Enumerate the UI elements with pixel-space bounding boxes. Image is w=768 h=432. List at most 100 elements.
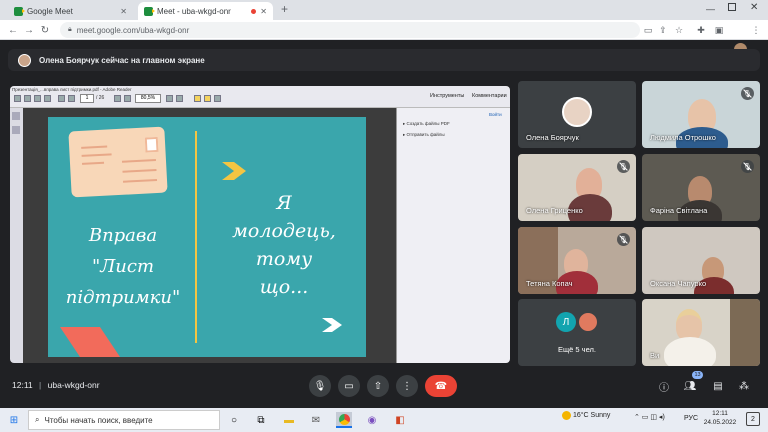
participant-tile[interactable]: 🎙︎ Фаріна Світлана xyxy=(642,154,760,221)
mic-off-icon: 🎙︎ xyxy=(741,160,754,173)
back-icon[interactable]: ← xyxy=(6,23,20,37)
minimize-icon[interactable]: — xyxy=(706,4,715,14)
bookmark-star-icon[interactable]: ☆ xyxy=(673,24,685,36)
slide-line: що... xyxy=(259,276,309,298)
close-tab-icon[interactable]: ✕ xyxy=(120,7,127,16)
presenting-banner: Олена Боярчук сейчас на главном экране xyxy=(8,49,760,71)
prev-page-icon xyxy=(58,95,65,102)
participant-initial-avatar: Л xyxy=(556,312,576,332)
participant-tile[interactable]: Оксана Чапурко xyxy=(642,227,760,294)
maximize-icon[interactable] xyxy=(728,3,736,11)
highlight-icon xyxy=(204,95,211,102)
chat-icon[interactable]: ▤ xyxy=(711,379,725,393)
camera-button[interactable]: ▭ xyxy=(338,375,360,397)
sign-in-link: Войти xyxy=(489,112,502,117)
participant-name: Тетяна Копач xyxy=(526,279,573,288)
taskbar-search[interactable]: ⌕ Чтобы начать поиск, введите xyxy=(28,410,220,430)
tab-meet-call[interactable]: Meet - uba-wkgd-onr ✕ xyxy=(138,2,273,20)
clock-date: 24.05.2022 xyxy=(703,419,737,426)
close-window-icon[interactable]: ✕ xyxy=(750,2,758,13)
new-tab-button[interactable]: + xyxy=(281,2,288,16)
white-chevron-icon xyxy=(322,318,342,332)
comment-icon xyxy=(194,95,201,102)
tray-icons[interactable]: ⌃ ▭ ◫ ◂) xyxy=(634,413,665,421)
slide-line: Вправа xyxy=(88,225,158,246)
slide-line: молодець, xyxy=(232,220,336,242)
lock-icon: 🔒︎ xyxy=(68,26,72,33)
viber-icon[interactable]: ◉ xyxy=(364,412,380,428)
notifications-button[interactable]: 2 xyxy=(746,412,760,426)
chrome-taskbar-icon[interactable] xyxy=(336,412,352,428)
tools-tab: Инструменты xyxy=(430,93,465,99)
participant-tile[interactable]: 🎙︎ Олена Гриценко xyxy=(518,154,636,221)
mail-app-icon[interactable]: ✉ xyxy=(308,412,324,428)
camera-in-use-icon[interactable]: ▭ xyxy=(642,24,654,36)
camera-icon: ▭ xyxy=(344,380,354,392)
tab-label: Google Meet xyxy=(27,6,73,16)
meeting-details-icon[interactable]: ⓘ xyxy=(657,379,671,394)
browser-tabbar: Google Meet ✕ Meet - uba-wkgd-onr ✕ + — … xyxy=(0,0,768,20)
address-bar[interactable]: 🔒︎ meet.google.com/uba-wkgd-onr xyxy=(60,22,640,38)
slide-line: тому xyxy=(255,248,313,270)
meeting-code: uba-wkgd-onr xyxy=(47,380,100,390)
presenter-avatar xyxy=(18,53,31,67)
microphone-button[interactable]: 🎙︎ xyxy=(309,375,331,397)
meet-favicon-icon xyxy=(14,6,25,16)
mic-off-icon: 🎙︎ xyxy=(741,87,754,100)
forward-icon[interactable]: → xyxy=(22,23,36,37)
chrome-menu-icon[interactable]: ⋮ xyxy=(750,24,762,36)
taskbar-clock[interactable]: 12:11 24.05.2022 xyxy=(700,409,740,427)
microphone-icon: 🎙︎ xyxy=(313,380,327,392)
browser-toolbar: ← → ↻ 🔒︎ meet.google.com/uba-wkgd-onr ▭ … xyxy=(0,20,768,56)
print-icon xyxy=(34,95,41,102)
shared-screen: Презентація_...вправа лист підтримки.pdf… xyxy=(10,86,510,363)
sidebar-icon[interactable]: ▣ xyxy=(713,24,725,36)
url-text: meet.google.com/uba-wkgd-onr xyxy=(76,25,190,35)
stamp-icon xyxy=(144,136,159,153)
reload-icon[interactable]: ↻ xyxy=(38,23,52,37)
office-icon[interactable]: ◧ xyxy=(392,412,408,428)
keyboard-language[interactable]: РУС xyxy=(684,415,698,422)
participant-name: Олена Гриценко xyxy=(526,206,583,215)
participant-avatar xyxy=(578,312,598,332)
taskbar-search-placeholder: Чтобы начать поиск, введите xyxy=(44,415,153,425)
pdf-window-title: Презентація_...вправа лист підтримки.pdf… xyxy=(12,87,132,92)
share-icon[interactable]: ⇪ xyxy=(657,24,669,36)
file-explorer-icon[interactable]: ▬ xyxy=(281,412,297,428)
people-count-badge: 13 xyxy=(692,371,703,379)
extensions-icon[interactable]: ✚ xyxy=(695,24,707,36)
participant-tile[interactable]: 🎙︎ Тетяна Копач xyxy=(518,227,636,294)
more-vert-icon: ⋮ xyxy=(402,380,412,392)
close-tab-icon[interactable]: ✕ xyxy=(260,7,267,16)
sun-icon xyxy=(562,411,571,420)
task-view-icon[interactable]: ⧉ xyxy=(253,412,269,428)
more-participants-tile[interactable]: Л Ещё 5 чел. xyxy=(518,299,636,366)
next-page-icon xyxy=(68,95,75,102)
hangup-icon: ☎︎ xyxy=(434,380,448,392)
sign-icon xyxy=(214,95,221,102)
slide-line: підтримки" xyxy=(65,287,181,308)
weather-text: 16°C Sunny xyxy=(572,412,611,419)
people-icon[interactable]: 👥︎ xyxy=(683,379,697,393)
more-options-button[interactable]: ⋮ xyxy=(396,375,418,397)
tool-item: ▸ Отправить файлы xyxy=(403,132,445,137)
leave-call-button[interactable]: ☎︎ xyxy=(425,375,457,397)
present-screen-icon: ⇧ xyxy=(373,380,383,392)
tool-item: ▸ Создать файлы PDF xyxy=(403,121,450,126)
presentation-slide: Вправа "Лист підтримки" Я молодець, тому… xyxy=(48,117,366,357)
participant-tile[interactable]: 🎙︎ Людмила Отрошко xyxy=(642,81,760,148)
self-name: Ви xyxy=(650,351,660,360)
present-button[interactable]: ⇧ xyxy=(367,375,389,397)
activities-icon[interactable]: ⁂ xyxy=(737,379,751,393)
pdf-tools-pane: Войти ▸ Создать файлы PDF ▸ Отправить фа… xyxy=(396,108,510,363)
clock-time: 12:11 xyxy=(712,410,728,417)
weather-widget[interactable]: 16°C Sunny xyxy=(562,411,610,420)
tab-google-meet[interactable]: Google Meet ✕ xyxy=(8,2,133,20)
mic-off-icon: 🎙︎ xyxy=(617,233,630,246)
participant-tile[interactable]: Олена Боярчук xyxy=(518,81,636,148)
cortana-icon[interactable]: ○ xyxy=(226,412,242,428)
self-view-tile[interactable]: Ви xyxy=(642,299,760,366)
windows-start-icon[interactable]: ⊞ xyxy=(6,412,22,428)
pages-icon xyxy=(12,112,20,120)
slide-divider xyxy=(195,131,197,343)
